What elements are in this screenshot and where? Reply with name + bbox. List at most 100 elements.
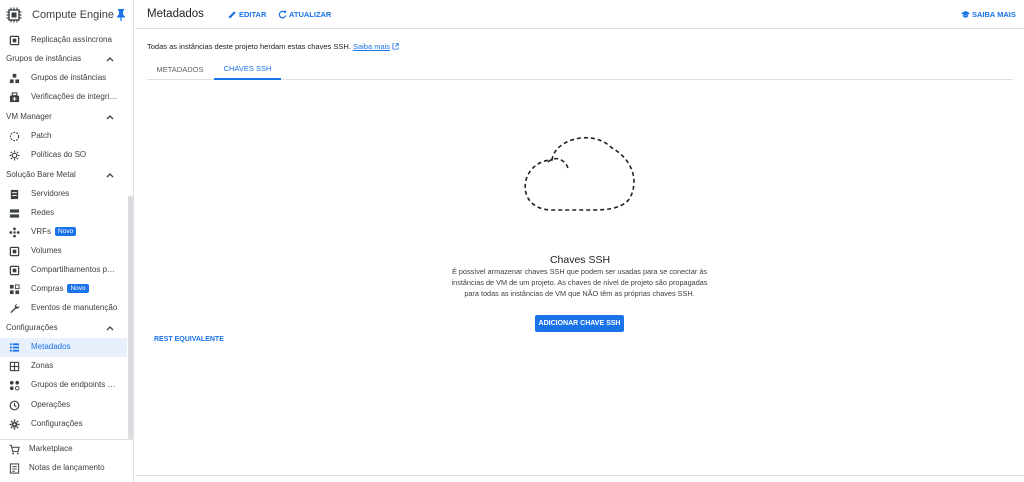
- sidebar-item-label: Grupos de endpoints da rede: [31, 380, 119, 389]
- section-label: Solução Bare Metal: [6, 170, 76, 179]
- refresh-icon: [278, 10, 287, 19]
- sidebar-item-replicacao[interactable]: Replicação assíncrona: [0, 31, 127, 50]
- tab-metadados[interactable]: METADADOS: [147, 58, 213, 80]
- sidebar-item-compras[interactable]: Compras Novo: [0, 280, 127, 299]
- sidebar-item-label: Configurações: [31, 419, 83, 428]
- rest-equivalent-link[interactable]: REST EQUIVALENTE: [154, 336, 224, 343]
- page-title: Metadados: [147, 8, 204, 20]
- sidebar-item-label: Grupos de instâncias: [31, 73, 107, 82]
- purchases-icon: [9, 284, 20, 295]
- sidebar-item-label: Servidores: [31, 189, 70, 198]
- os-policy-icon: [9, 150, 20, 161]
- section-solucao-bare-metal[interactable]: Solução Bare Metal: [0, 166, 127, 185]
- wrench-icon: [10, 303, 20, 314]
- new-badge: Novo: [55, 227, 77, 236]
- notes-icon: [9, 463, 20, 474]
- sidebar-item-marketplace[interactable]: Marketplace: [0, 440, 127, 459]
- sidebar-item-compartilhamentos[interactable]: Compartilhamentos por NFS: [0, 261, 127, 280]
- sidebar-item-operacoes[interactable]: Operações: [0, 396, 127, 415]
- sidebar-item-verificacoes[interactable]: Verificações de integridade: [0, 88, 127, 107]
- empty-state-description: É possível armazenar chaves SSH que pode…: [451, 267, 708, 298]
- sidebar-item-label: Compartilhamentos por NFS: [31, 265, 119, 274]
- learn-more-label: SAIBA MAIS: [972, 10, 1016, 19]
- patch-icon: [9, 131, 20, 142]
- sidebar-item-notas-de-lancamento[interactable]: Notas de lançamento: [0, 459, 127, 478]
- cart-icon: [9, 444, 20, 455]
- section-label: Grupos de instâncias: [6, 54, 82, 63]
- chevron-up-icon: [106, 173, 114, 178]
- content-divider: [135, 475, 1024, 476]
- sidebar-item-label: Volumes: [31, 246, 62, 255]
- section-label: VM Manager: [6, 112, 52, 121]
- learn-more-button[interactable]: SAIBA MAIS: [961, 10, 1016, 19]
- sidebar-item-label: Metadados: [31, 342, 71, 351]
- volume-icon: [9, 246, 20, 257]
- sidebar-item-label: VRFs Novo: [31, 227, 119, 236]
- school-icon: [961, 10, 970, 18]
- sidebar-scrollbar[interactable]: [128, 196, 133, 439]
- inheritance-info: Todas as instâncias deste projeto herdam…: [147, 42, 399, 51]
- sidebar-item-label: Políticas do SO: [31, 150, 87, 159]
- metadata-icon: [9, 343, 20, 352]
- product-title: Compute Engine: [32, 9, 114, 21]
- sidebar-header: Compute Engine: [0, 0, 134, 30]
- cloud-illustration: [524, 137, 635, 211]
- sidebar-item-servidores[interactable]: Servidores: [0, 185, 127, 204]
- sidebar-item-eventos-de-manutencao[interactable]: Eventos de manutenção: [0, 299, 127, 318]
- health-check-icon: [9, 92, 20, 103]
- sidebar-item-politicas-do-so[interactable]: Políticas do SO: [0, 146, 127, 165]
- compute-engine-icon: [6, 7, 22, 23]
- sidebar-item-metadados[interactable]: Metadados: [0, 338, 127, 357]
- sidebar-item-grupos-de-endpoints[interactable]: Grupos de endpoints da rede: [0, 376, 127, 395]
- server-icon: [10, 189, 19, 200]
- sidebar-item-redes[interactable]: Redes: [0, 204, 127, 223]
- info-text: Todas as instâncias deste projeto herdam…: [147, 42, 351, 51]
- sidebar-item-label: Notas de lançamento: [29, 463, 105, 472]
- sidebar-item-label: Replicação assíncrona: [31, 35, 112, 44]
- sidebar-item-grupos-de-instancias[interactable]: Grupos de instâncias: [0, 69, 127, 88]
- endpoint-groups-icon: [9, 380, 20, 391]
- disk-icon: [9, 35, 20, 46]
- external-link-icon: [392, 43, 399, 50]
- chevron-up-icon: [106, 115, 114, 120]
- vrf-icon: [9, 227, 20, 238]
- chevron-up-icon: [106, 57, 114, 62]
- section-label: Configurações: [6, 323, 58, 332]
- settings-icon: [9, 419, 20, 430]
- tab-chaves-ssh[interactable]: CHAVES SSH: [214, 58, 281, 80]
- section-configuracoes[interactable]: Configurações: [0, 319, 127, 338]
- sidebar: Compute Engine Replicação assíncrona Gru…: [0, 0, 134, 482]
- sidebar-item-label: Redes: [31, 208, 55, 217]
- sidebar-item-volumes[interactable]: Volumes: [0, 242, 127, 261]
- sidebar-item-label: Patch: [31, 131, 52, 140]
- instance-groups-icon: [9, 73, 20, 84]
- zones-icon: [9, 361, 20, 372]
- section-vm-manager[interactable]: VM Manager: [0, 108, 127, 127]
- nfs-share-icon: [9, 265, 20, 276]
- sidebar-item-label: Eventos de manutenção: [31, 303, 118, 312]
- sidebar-item-label: Zonas: [31, 361, 54, 370]
- add-ssh-key-button[interactable]: ADICIONAR CHAVE SSH: [535, 315, 624, 332]
- network-icon: [9, 209, 20, 218]
- sidebar-item-label: Operações: [31, 400, 71, 409]
- sidebar-item-patch[interactable]: Patch: [0, 127, 127, 146]
- sidebar-item-vrfs[interactable]: VRFs Novo: [0, 223, 127, 242]
- page-header: Metadados EDITAR ATUALIZAR SAIBA MAIS: [135, 0, 1024, 29]
- vrfs-label: VRFs: [31, 227, 51, 236]
- empty-state-title: Chaves SSH: [549, 254, 611, 266]
- pencil-icon: [228, 11, 236, 19]
- edit-label: EDITAR: [239, 10, 267, 19]
- chevron-up-icon: [106, 326, 114, 331]
- sidebar-item-configuracoes[interactable]: Configurações: [0, 415, 127, 434]
- refresh-button[interactable]: ATUALIZAR: [278, 10, 331, 19]
- refresh-label: ATUALIZAR: [289, 10, 332, 19]
- section-grupos-de-instancias[interactable]: Grupos de instâncias: [0, 50, 127, 69]
- sidebar-item-label: Verificações de integridade: [31, 92, 119, 101]
- sidebar-item-zonas[interactable]: Zonas: [0, 357, 127, 376]
- new-badge: Novo: [67, 284, 89, 293]
- pin-icon[interactable]: [116, 9, 126, 21]
- sidebar-item-label: Compras Novo: [31, 284, 119, 293]
- learn-more-link[interactable]: Saiba mais: [353, 42, 390, 51]
- edit-button[interactable]: EDITAR: [228, 10, 266, 19]
- tab-bar: METADADOS CHAVES SSH: [147, 58, 1013, 80]
